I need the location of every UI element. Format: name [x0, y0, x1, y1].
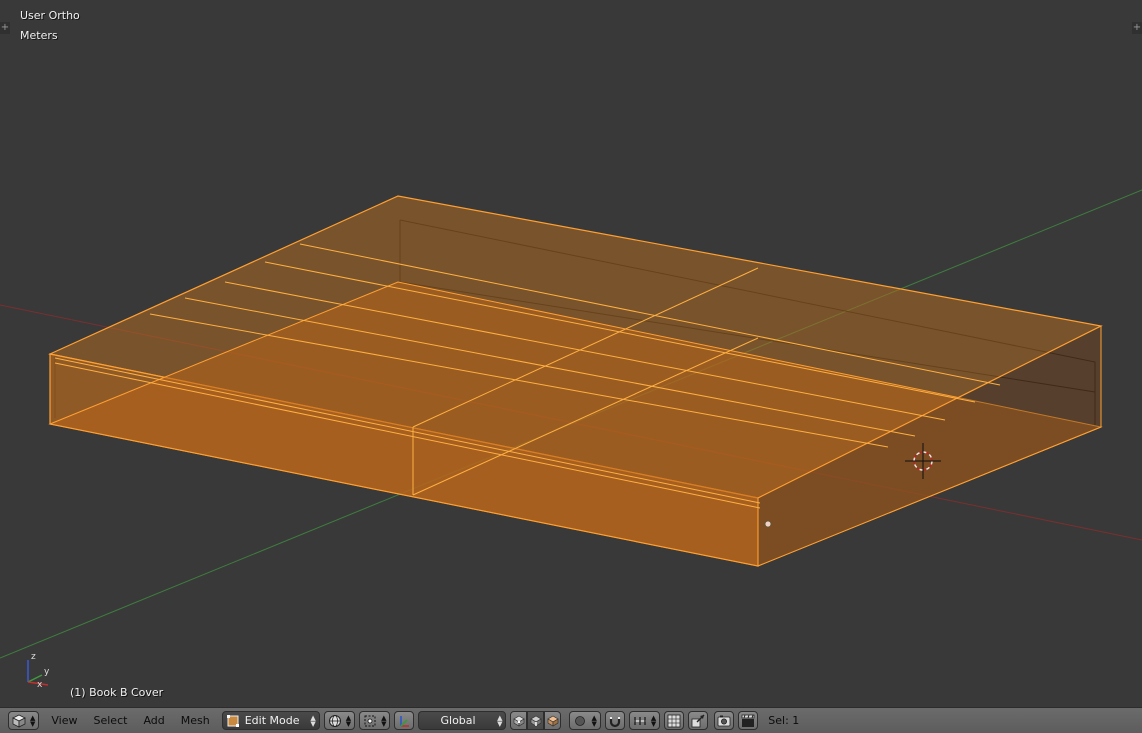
- dropdown-arrows-icon: ▲ ▼: [310, 713, 316, 728]
- transform-orientation-label: Global: [440, 714, 476, 727]
- axis-z-label: z: [31, 652, 36, 662]
- menu-add[interactable]: Add: [135, 714, 172, 727]
- render-still-button[interactable]: [714, 711, 735, 730]
- view-name-label: User Ortho: [20, 9, 80, 22]
- mode-label: Edit Mode: [244, 714, 300, 727]
- pivot-point-selector[interactable]: ▲ ▼: [359, 711, 391, 730]
- region-expand-left-icon[interactable]: +: [0, 22, 10, 34]
- proportional-edit-icon: [575, 715, 586, 726]
- viewport-header: ▲ ▼ View Select Add Mesh Edit Mode ▲ ▼ ▲ ▼ …: [0, 707, 1142, 733]
- active-object-label: (1) Book B Cover: [70, 686, 164, 699]
- snap-increment-icon: [633, 716, 646, 725]
- manipulator-toggle[interactable]: [394, 711, 415, 730]
- axis-y-label: y: [44, 667, 50, 677]
- pivot-bounding-box-icon: [364, 715, 376, 726]
- face-select-button[interactable]: [544, 711, 562, 730]
- scene-canvas[interactable]: z y x: [0, 0, 1142, 707]
- dropdown-arrows-icon: ▲ ▼: [381, 713, 387, 728]
- manipulator-axes-icon: [400, 715, 410, 727]
- snap-target-button[interactable]: [664, 711, 685, 730]
- transform-orientation-selector[interactable]: Global ▲ ▼: [418, 711, 507, 730]
- proportional-edit-selector[interactable]: ▲ ▼: [569, 711, 601, 730]
- snap-toggle[interactable]: [604, 711, 625, 730]
- render-still-icon: [717, 715, 731, 726]
- vertex-select-button[interactable]: [510, 711, 528, 730]
- region-expand-right-icon[interactable]: +: [1132, 22, 1142, 34]
- face-select-icon: [547, 715, 559, 727]
- mode-selector[interactable]: Edit Mode ▲ ▼: [221, 711, 320, 730]
- 3d-view-cube-icon: [12, 714, 26, 728]
- dropdown-arrows-icon: ▲ ▼: [591, 713, 597, 728]
- viewport-shading-selector[interactable]: ▲ ▼: [323, 711, 356, 730]
- selected-vertex[interactable]: [764, 520, 772, 528]
- snap-magnet-icon: [609, 716, 620, 727]
- dropdown-arrows-icon: ▲ ▼: [345, 713, 352, 728]
- menu-select[interactable]: Select: [86, 714, 136, 727]
- snap-rotate-button[interactable]: [688, 711, 709, 730]
- menu-view[interactable]: View: [43, 714, 85, 727]
- axis-gizmo-icon: z y x: [27, 652, 50, 690]
- axis-x-label: x: [37, 680, 43, 690]
- units-label: Meters: [20, 29, 58, 42]
- 3d-viewport[interactable]: z y x User Ortho Meters (1) Book B Cover…: [0, 0, 1142, 707]
- dropdown-arrows-icon: ▲ ▼: [30, 713, 36, 728]
- dropdown-arrows-icon: ▲ ▼: [497, 713, 503, 728]
- editor-type-selector[interactable]: ▲ ▼: [8, 711, 40, 730]
- snap-align-rotation-icon: [691, 714, 705, 727]
- edit-mode-icon: [226, 714, 239, 727]
- edge-select-button[interactable]: [527, 711, 545, 730]
- vertex-select-icon: [513, 715, 525, 727]
- dropdown-arrows-icon: ▲ ▼: [650, 713, 657, 728]
- selection-status: Sel: 1: [768, 714, 800, 727]
- render-animation-icon: [741, 714, 755, 727]
- render-animation-button[interactable]: [738, 711, 759, 730]
- menu-mesh[interactable]: Mesh: [173, 714, 218, 727]
- snap-target-grid-icon: [667, 714, 681, 727]
- sphere-shading-icon: [328, 714, 341, 727]
- snap-element-selector[interactable]: ▲ ▼: [628, 711, 661, 730]
- select-mode-group: [510, 711, 562, 730]
- edge-select-icon: [530, 715, 542, 727]
